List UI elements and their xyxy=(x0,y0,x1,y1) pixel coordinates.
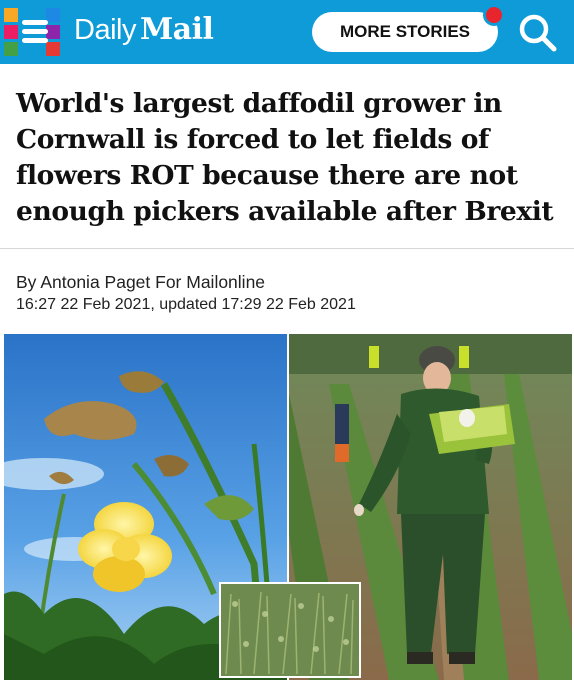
menu-tile xyxy=(4,8,18,22)
menu-tile xyxy=(4,42,18,56)
more-stories-button[interactable]: MORE STORIES xyxy=(312,12,498,52)
article-byline[interactable]: By Antonia Paget For Mailonline xyxy=(16,272,265,293)
field-of-rotting-flowers-photo[interactable] xyxy=(219,582,361,678)
search-icon[interactable] xyxy=(516,12,560,54)
logo-daily-text: Daily xyxy=(74,14,136,46)
daily-mail-logo[interactable]: Daily Mail xyxy=(74,12,214,52)
menu-tile xyxy=(46,42,60,56)
logo-mail-text: Mail xyxy=(139,12,214,47)
divider xyxy=(0,248,574,249)
menu-tile xyxy=(46,25,60,39)
article-headline: World's largest daffodil grower in Cornw… xyxy=(16,88,554,227)
menu-button[interactable] xyxy=(4,8,60,56)
menu-tile xyxy=(46,8,60,22)
more-stories-label: MORE STORIES xyxy=(339,22,471,41)
notification-dot xyxy=(483,4,505,26)
hamburger-icon xyxy=(22,20,48,44)
article-dateline: 16:27 22 Feb 2021, updated 17:29 22 Feb … xyxy=(16,296,356,313)
menu-tile xyxy=(4,25,18,39)
top-nav-bar: Daily Mail MORE STORIES xyxy=(0,0,574,64)
